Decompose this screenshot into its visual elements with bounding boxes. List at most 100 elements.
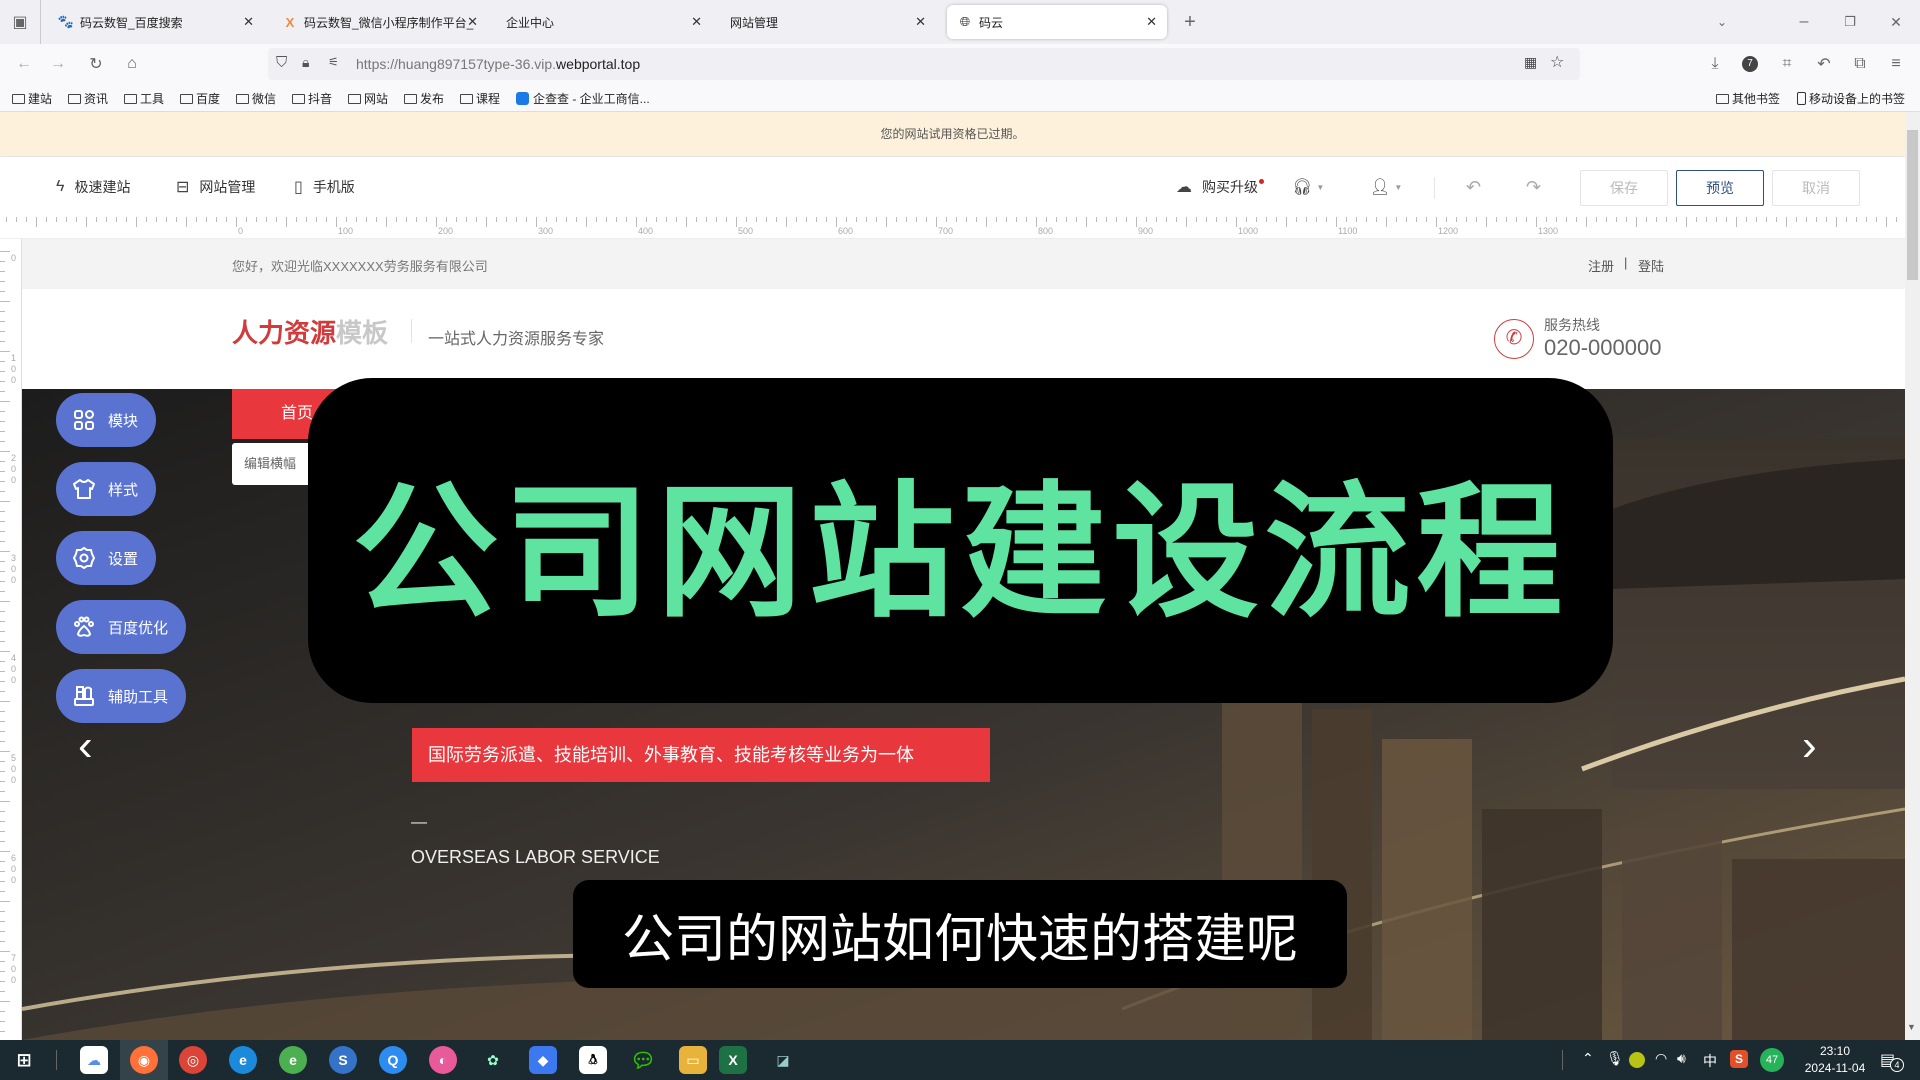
close-tab-icon[interactable]: ✕ xyxy=(691,14,702,30)
360-browser-icon[interactable]: ◐ xyxy=(429,1046,457,1074)
bookmark-folder[interactable]: 发布 xyxy=(404,90,444,107)
side-button-baidu-seo[interactable]: 百度优化 xyxy=(56,600,186,654)
file-explorer-icon[interactable]: ▭ xyxy=(679,1046,707,1074)
undo-button[interactable]: ↶ xyxy=(1466,177,1481,198)
login-link[interactable]: 登陆 xyxy=(1638,256,1664,275)
preview-button[interactable]: 预览 xyxy=(1676,170,1764,206)
bookmark-folder[interactable]: 百度 xyxy=(180,90,220,107)
restore-button[interactable]: ❐ xyxy=(1838,10,1862,34)
tab-overview-icon[interactable]: ▣ xyxy=(8,10,32,34)
close-tab-icon[interactable]: ✕ xyxy=(1146,14,1157,30)
bookmark-folder[interactable]: 建站 xyxy=(12,90,52,107)
lock-icon[interactable]: 🔒︎ xyxy=(302,54,309,71)
sogou-ime-icon[interactable]: S xyxy=(1730,1050,1748,1068)
scroll-down-arrow[interactable]: ▼ xyxy=(1907,1022,1916,1032)
redo-button[interactable]: ↷ xyxy=(1526,177,1541,198)
tab-site-management[interactable]: 网站管理 ✕ xyxy=(720,5,936,39)
baidu-netdisk-icon[interactable]: ☁ xyxy=(80,1046,108,1074)
bookmark-folder[interactable]: 网站 xyxy=(348,90,388,107)
bookmark-folder[interactable]: 工具 xyxy=(124,90,164,107)
tab-list-chevron-icon[interactable]: ⌄ xyxy=(1710,10,1734,34)
bookmark-folder[interactable]: 课程 xyxy=(460,90,500,107)
quick-build-button[interactable]: ϟ 极速建站 xyxy=(56,177,130,197)
close-window-button[interactable]: ✕ xyxy=(1884,10,1908,34)
site-logo[interactable]: 人力资源模板 xyxy=(232,313,388,350)
forward-button[interactable]: → xyxy=(46,52,70,76)
divider: | xyxy=(1624,255,1628,270)
ruler-tick xyxy=(0,621,5,622)
excel-icon[interactable]: X xyxy=(719,1046,747,1074)
ruler-tick xyxy=(116,217,117,222)
page-scrollbar[interactable]: ▼ xyxy=(1905,112,1920,1040)
bookmark-other[interactable]: 其他书签 xyxy=(1716,90,1780,107)
qr-code-icon[interactable]: ▦ xyxy=(1524,54,1537,71)
site-management-button[interactable]: ⊟ 网站管理 xyxy=(176,177,255,197)
close-tab-icon[interactable]: ✕ xyxy=(467,14,478,30)
wechat-icon[interactable]: 💬︎ xyxy=(629,1046,657,1074)
microphone-icon[interactable]: 🎙︎ xyxy=(1606,1050,1624,1067)
wifi-icon[interactable]: ◠ xyxy=(1655,1050,1667,1067)
menu-icon[interactable]: ≡ xyxy=(1884,52,1908,76)
minimize-button[interactable]: – xyxy=(1792,10,1816,34)
bookmark-mobile[interactable]: 移动设备上的书签 xyxy=(1797,90,1905,107)
ruler-tick xyxy=(636,217,637,227)
side-button-tools[interactable]: 辅助工具 xyxy=(56,669,186,723)
tab-mayun-active[interactable]: 🌐︎ 码云 ✕ xyxy=(947,5,1167,39)
notification-center-icon[interactable]: ▤ 4 xyxy=(1880,1050,1904,1072)
undo-arrow-icon[interactable]: ↶ xyxy=(1812,52,1836,76)
windows-start-icon[interactable]: ⊞ xyxy=(10,1046,38,1074)
scrollbar-thumb[interactable] xyxy=(1907,130,1918,280)
support-dropdown[interactable]: 🎧︎ ▼ xyxy=(1292,177,1324,197)
shield-icon[interactable]: ⛉ xyxy=(276,54,287,71)
ime-indicator[interactable]: 中 xyxy=(1703,1051,1717,1071)
network-app-icon[interactable]: ✿ xyxy=(479,1046,507,1074)
close-tab-icon[interactable]: ✕ xyxy=(243,14,254,30)
side-button-style[interactable]: 样式 xyxy=(56,462,156,516)
reload-button[interactable]: ↻ xyxy=(84,52,108,76)
back-button[interactable]: ← xyxy=(12,52,36,76)
edge-icon[interactable]: e xyxy=(229,1046,257,1074)
bookmark-qichacha[interactable]: 企查查 - 企业工商信... xyxy=(516,90,650,107)
account-dropdown[interactable]: 👤︎ ▼ xyxy=(1370,177,1402,197)
tab-baidu-search[interactable]: 🐾 码云数智_百度搜索 ✕ xyxy=(48,5,264,39)
qq-icon[interactable]: 🐧︎ xyxy=(579,1046,607,1074)
360-security-icon[interactable] xyxy=(1629,1052,1645,1068)
cancel-button[interactable]: 取消 xyxy=(1772,170,1860,206)
new-tab-button[interactable]: + xyxy=(1178,10,1202,34)
firefox-icon[interactable]: ◉ xyxy=(130,1046,158,1074)
crop-icon[interactable]: ⌗ xyxy=(1775,52,1799,76)
chrome-icon[interactable]: ◎ xyxy=(179,1046,207,1074)
notepad-icon[interactable]: ◪ xyxy=(769,1046,797,1074)
sogou-browser-icon[interactable]: S xyxy=(329,1046,357,1074)
bookmark-folder[interactable]: 微信 xyxy=(236,90,276,107)
home-button[interactable]: ⌂ xyxy=(120,52,144,76)
extension-badge-icon[interactable]: 7 xyxy=(1738,52,1762,76)
side-button-settings[interactable]: 设置 xyxy=(56,531,156,585)
system-clock[interactable]: 23:10 2024-11-04 xyxy=(1795,1043,1875,1077)
bookmark-folder[interactable]: 抖音 xyxy=(292,90,332,107)
bookmark-folder[interactable]: 资讯 xyxy=(68,90,108,107)
permissions-icon[interactable]: ⚟ xyxy=(328,55,339,69)
qq-browser-icon[interactable]: Q xyxy=(379,1046,407,1074)
carousel-next-arrow[interactable]: › xyxy=(1802,721,1817,771)
tab-enterprise-center[interactable]: 企业中心 ✕ xyxy=(496,5,712,39)
save-button[interactable]: 保存 xyxy=(1580,170,1668,206)
url-text[interactable]: https://huang897157type-36.vip.webportal… xyxy=(356,56,640,72)
tab-mayun-miniprogram[interactable]: X 码云数智_微信小程序制作平台_ ✕ xyxy=(272,5,488,39)
mobile-version-button[interactable]: ▯ 手机版 xyxy=(294,177,355,197)
download-icon[interactable]: ⤓ xyxy=(1703,52,1727,76)
performance-badge[interactable]: 47 xyxy=(1760,1048,1784,1072)
address-bar[interactable]: ⛉ 🔒︎ ⚟ https://huang897157type-36.vip.we… xyxy=(268,48,1580,80)
volume-icon[interactable]: 🔊︎ xyxy=(1677,1050,1686,1067)
upgrade-button[interactable]: ☁ 购买升级 xyxy=(1176,177,1264,197)
feishu-docs-icon[interactable]: ◆ xyxy=(529,1046,557,1074)
ie-browser-icon[interactable]: e xyxy=(279,1046,307,1074)
extensions-icon[interactable]: ⧉ xyxy=(1848,52,1872,76)
register-link[interactable]: 注册 xyxy=(1588,256,1614,275)
bookmark-star-icon[interactable]: ☆ xyxy=(1550,52,1564,72)
tray-chevron-up-icon[interactable]: ⌃ xyxy=(1582,1050,1594,1067)
close-tab-icon[interactable]: ✕ xyxy=(915,14,926,30)
carousel-prev-arrow[interactable]: ‹ xyxy=(78,721,93,771)
side-button-modules[interactable]: 模块 xyxy=(56,393,156,447)
ruler-tick xyxy=(0,431,5,432)
